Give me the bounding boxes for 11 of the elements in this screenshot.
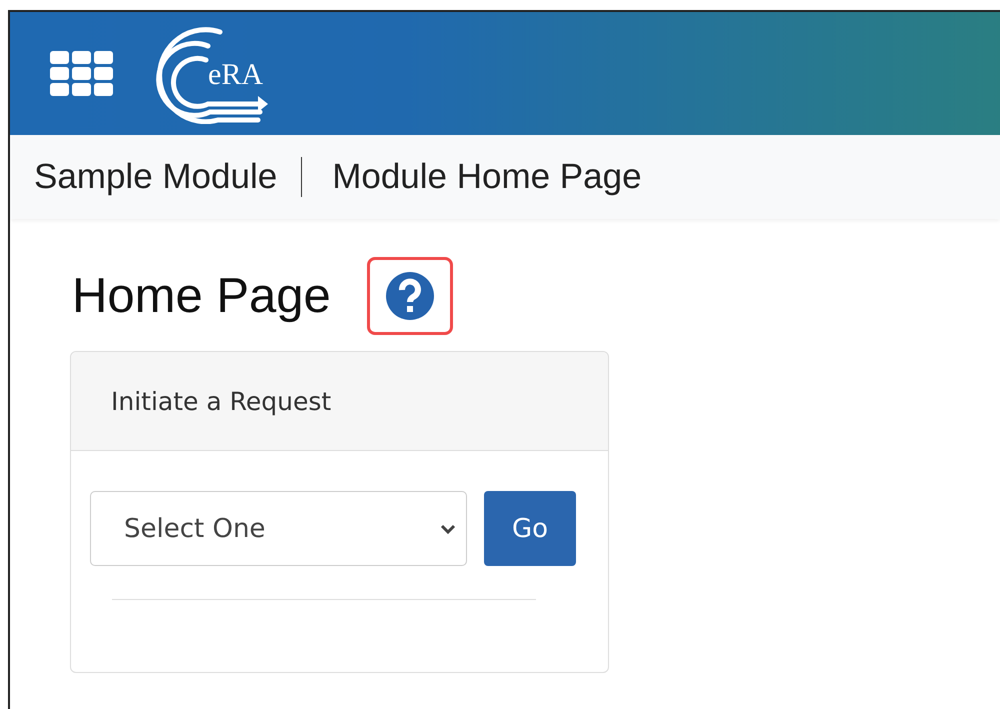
breadcrumb-item[interactable]: Sample Module [10,157,302,197]
request-select[interactable]: Select One [90,491,467,566]
app-grid-icon[interactable] [50,50,114,96]
page-title: Home Page [72,268,331,324]
era-logo: eRA [150,24,270,124]
go-button[interactable]: Go [484,491,576,566]
card-title: Initiate a Request [111,386,332,416]
breadcrumb-item[interactable]: Module Home Page [301,157,666,197]
chevron-down-icon [440,522,456,534]
help-highlight[interactable] [366,257,453,335]
help-icon[interactable] [386,272,434,320]
